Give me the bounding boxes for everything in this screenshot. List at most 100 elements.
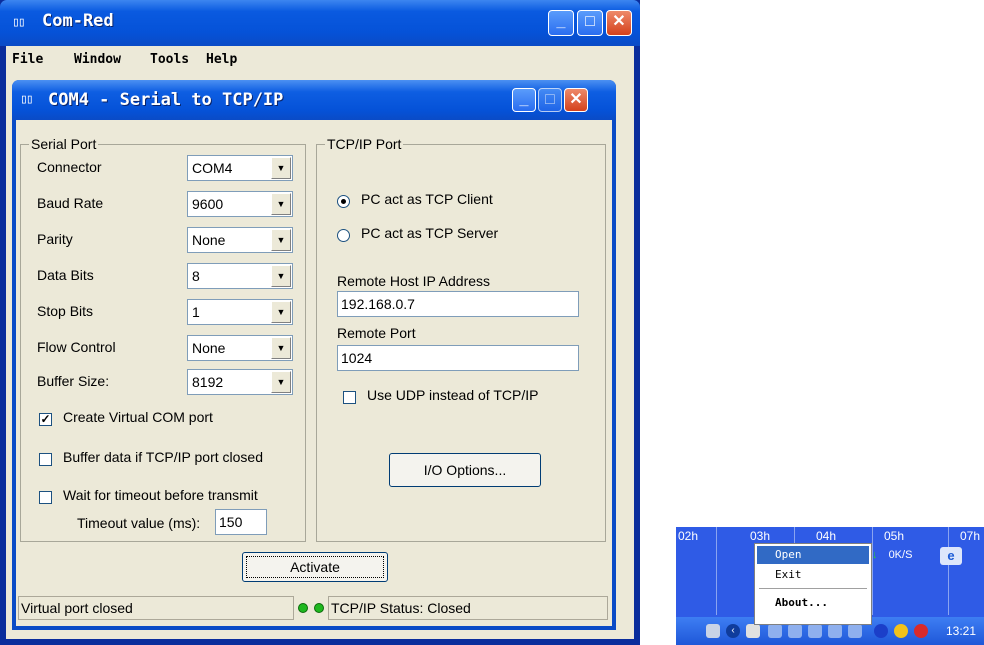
activate-button[interactable]: Activate: [242, 552, 388, 582]
close-icon: ✕: [569, 91, 583, 108]
child-maximize-button[interactable]: □: [538, 88, 562, 112]
remote-port-input[interactable]: 1024: [337, 345, 579, 371]
close-icon: ✕: [612, 13, 626, 30]
data-bits-value: 8: [192, 268, 200, 284]
tcp-server-radio[interactable]: [337, 229, 350, 242]
create-virtual-label: Create Virtual COM port: [63, 409, 213, 425]
menu-item-open[interactable]: Open: [757, 546, 869, 564]
main-window-title: Com-Red: [42, 11, 114, 31]
child-window-title: COM4 - Serial to TCP/IP: [48, 90, 284, 110]
flow-control-value: None: [192, 340, 226, 356]
buffer-data-label: Buffer data if TCP/IP port closed: [63, 449, 263, 465]
data-bits-select[interactable]: 8 ▼: [187, 263, 293, 289]
status-left: Virtual port closed: [18, 596, 294, 620]
data-bits-label: Data Bits: [37, 267, 94, 283]
udp-label: Use UDP instead of TCP/IP: [367, 387, 539, 403]
remote-host-label: Remote Host IP Address: [337, 273, 491, 289]
keyboard-icon[interactable]: [706, 624, 720, 638]
app-icon: ▯▯: [12, 15, 26, 30]
child-client-area: Serial Port Connector COM4 ▼ Baud Rate 9…: [16, 120, 612, 626]
buffer-size-value: 8192: [192, 374, 224, 390]
baud-rate-select[interactable]: 9600 ▼: [187, 191, 293, 217]
graph-gridline: [948, 527, 949, 615]
minimize-button[interactable]: _: [548, 10, 574, 36]
checkmark-icon: ✓: [40, 412, 51, 426]
close-button[interactable]: ✕: [606, 10, 632, 36]
buffer-size-label: Buffer Size:: [37, 373, 110, 389]
tcp-client-radio[interactable]: [337, 195, 350, 208]
hour-label: 02h: [678, 529, 699, 543]
dropdown-arrow-icon[interactable]: ▼: [271, 229, 291, 251]
tray-clock: 13:21: [945, 624, 976, 638]
network-icon[interactable]: [768, 624, 782, 638]
child-close-button[interactable]: ✕: [564, 88, 588, 112]
com-red-tray-icon[interactable]: [746, 624, 760, 638]
tcp-server-label: PC act as TCP Server: [361, 225, 499, 241]
buffer-size-select[interactable]: 8192 ▼: [187, 369, 293, 395]
dropdown-arrow-icon[interactable]: ▼: [271, 301, 291, 323]
menu-separator: [759, 588, 867, 589]
minimize-icon: _: [519, 91, 529, 108]
connector-value: COM4: [192, 160, 233, 176]
maximize-button[interactable]: □: [577, 10, 603, 36]
child-minimize-button[interactable]: _: [512, 88, 536, 112]
network-icon[interactable]: [848, 624, 862, 638]
stop-bits-label: Stop Bits: [37, 303, 94, 319]
menu-help[interactable]: Help: [206, 52, 237, 67]
bluetooth-icon[interactable]: [874, 624, 888, 638]
dropdown-arrow-icon[interactable]: ▼: [271, 157, 291, 179]
parity-select[interactable]: None ▼: [187, 227, 293, 253]
io-options-button[interactable]: I/O Options...: [389, 453, 541, 487]
wait-timeout-label: Wait for timeout before transmit: [63, 487, 258, 503]
remote-port-label: Remote Port: [337, 325, 416, 341]
security-shield-icon[interactable]: [914, 624, 928, 638]
menu-bar: File Window Tools Help: [6, 46, 634, 74]
graph-gridline: [716, 527, 717, 615]
flow-control-label: Flow Control: [37, 339, 116, 355]
rate-value: 0K/S: [888, 549, 913, 561]
dropdown-arrow-icon[interactable]: ▼: [271, 337, 291, 359]
maximize-icon: □: [585, 13, 595, 30]
menu-tools[interactable]: Tools: [150, 52, 189, 67]
update-icon[interactable]: [894, 624, 908, 638]
network-icon[interactable]: [788, 624, 802, 638]
dropdown-arrow-icon[interactable]: ▼: [271, 265, 291, 287]
udp-checkbox[interactable]: [343, 391, 356, 404]
remote-host-input[interactable]: 192.168.0.7: [337, 291, 579, 317]
timeout-value-label: Timeout value (ms):: [77, 515, 201, 531]
menu-file[interactable]: File: [12, 52, 43, 67]
tray-inset: 02h 03h 04h 05h 07h ↓ 0K/S e ‹ 13:21 Ope…: [676, 527, 984, 645]
hour-label: 04h: [816, 529, 837, 543]
menu-window[interactable]: Window: [74, 52, 121, 67]
timeout-value-input[interactable]: 150: [215, 509, 267, 535]
minimize-icon: _: [556, 13, 566, 30]
child-app-icon: ▯▯: [20, 92, 34, 107]
network-icon[interactable]: [828, 624, 842, 638]
baud-rate-label: Baud Rate: [37, 195, 104, 211]
menu-item-about[interactable]: About...: [757, 594, 869, 612]
network-icon[interactable]: [808, 624, 822, 638]
buffer-data-checkbox[interactable]: [39, 453, 52, 466]
main-title-bar[interactable]: ▯▯ Com-Red _ □ ✕: [0, 0, 640, 46]
baud-rate-value: 9600: [192, 196, 224, 212]
dropdown-arrow-icon[interactable]: ▼: [271, 371, 291, 393]
child-title-bar[interactable]: ▯▯ COM4 - Serial to TCP/IP _ □ ✕: [12, 80, 616, 120]
serial-port-group: Serial Port Connector COM4 ▼ Baud Rate 9…: [20, 136, 306, 542]
stop-bits-select[interactable]: 1 ▼: [187, 299, 293, 325]
parity-label: Parity: [37, 231, 73, 247]
tcpip-port-group: TCP/IP Port PC act as TCP Client PC act …: [316, 136, 606, 542]
hour-label: 05h: [884, 529, 905, 543]
flow-control-select[interactable]: None ▼: [187, 335, 293, 361]
tray-context-menu: Open Exit About...: [754, 543, 872, 625]
connector-select[interactable]: COM4 ▼: [187, 155, 293, 181]
dropdown-arrow-icon[interactable]: ▼: [271, 193, 291, 215]
browser-icon[interactable]: e: [940, 547, 962, 565]
menu-item-exit[interactable]: Exit: [757, 566, 869, 584]
status-led-icon: [298, 603, 308, 613]
create-virtual-checkbox[interactable]: ✓: [39, 413, 52, 426]
connector-label: Connector: [37, 159, 102, 175]
status-led-icon: [314, 603, 324, 613]
chevron-left-icon[interactable]: ‹: [726, 624, 740, 638]
hour-label: 07h: [960, 529, 981, 543]
wait-timeout-checkbox[interactable]: [39, 491, 52, 504]
